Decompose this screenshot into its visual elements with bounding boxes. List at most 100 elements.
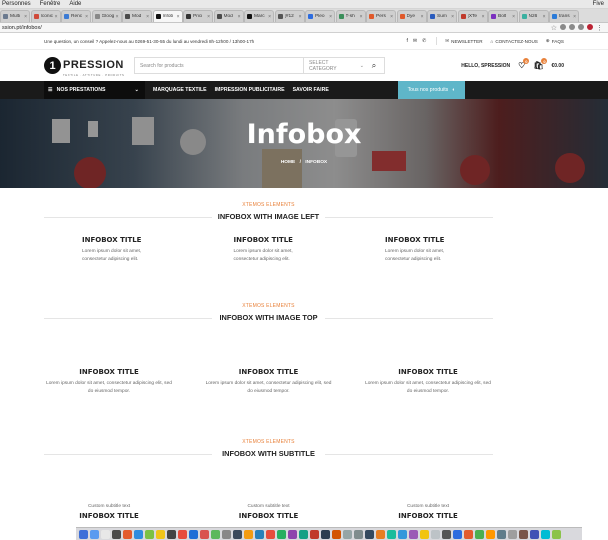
menu-fenetre[interactable]: Fenêtre — [40, 1, 61, 7]
dock-app-icon[interactable] — [288, 529, 297, 539]
dock-app-icon[interactable] — [486, 529, 495, 539]
extension-icon[interactable] — [578, 23, 584, 30]
dock-app-icon[interactable] — [387, 529, 396, 539]
cart-button[interactable]: 🛍 0 — [533, 58, 548, 70]
search-button[interactable]: ⌕ — [364, 58, 384, 73]
all-products-button[interactable]: Tous nos produits ◐ — [398, 81, 465, 99]
dock-app-icon[interactable] — [343, 529, 352, 539]
search-input[interactable]: Search for products — [135, 63, 303, 69]
bookmark-star-icon[interactable]: ☆ — [551, 24, 557, 32]
dock-app-icon[interactable] — [420, 529, 429, 539]
dock-app-icon[interactable] — [552, 529, 561, 539]
dock-app-icon[interactable] — [211, 529, 220, 539]
close-icon[interactable]: × — [360, 14, 363, 20]
close-icon[interactable]: × — [24, 14, 27, 20]
close-icon[interactable]: × — [329, 14, 332, 20]
close-icon[interactable]: × — [116, 14, 119, 20]
close-icon[interactable]: × — [177, 14, 180, 20]
faqs-link[interactable]: ⊕ FAQS — [546, 38, 564, 44]
close-icon[interactable]: × — [543, 14, 546, 20]
dock-app-icon[interactable] — [90, 529, 99, 539]
browser-tab[interactable]: Prici × — [183, 10, 213, 22]
browser-tab[interactable]: T-sh × — [335, 10, 366, 22]
dock-app-icon[interactable] — [453, 529, 462, 539]
dock-app-icon[interactable] — [233, 529, 242, 539]
dock-app-icon[interactable] — [299, 529, 308, 539]
facebook-icon[interactable]: f — [406, 38, 407, 44]
browser-tab[interactable]: N26 × — [518, 10, 549, 22]
dock-app-icon[interactable] — [442, 529, 451, 539]
close-icon[interactable]: × — [238, 14, 241, 20]
whatsapp-icon[interactable]: ✆ — [422, 38, 426, 44]
dock-app-icon[interactable] — [321, 529, 330, 539]
dock-app-icon[interactable] — [156, 529, 165, 539]
nav-item-savoir-faire[interactable]: SAVOIR FAIRE — [293, 87, 329, 93]
dock-app-icon[interactable] — [530, 529, 539, 539]
browser-tab[interactable]: Multi × — [0, 10, 30, 22]
nav-item-marquage-textile[interactable]: MARQUAGE TEXTILE — [153, 87, 207, 93]
menu-personnes[interactable]: Personnes — [2, 1, 31, 7]
dock-app-icon[interactable] — [365, 529, 374, 539]
extension-icon[interactable] — [587, 23, 593, 30]
wishlist-button[interactable]: ♡ 0 — [518, 58, 530, 70]
menu-aide[interactable]: Aide — [69, 1, 81, 7]
category-select[interactable]: SELECT CATEGORY ⌄ — [303, 58, 364, 73]
browser-tab[interactable]: [XTe × — [457, 10, 488, 22]
browser-tab[interactable]: trans × — [549, 10, 579, 22]
dock-app-icon[interactable] — [475, 529, 484, 539]
dock-app-icon[interactable] — [508, 529, 517, 539]
breadcrumb-home[interactable]: HOME — [281, 160, 295, 165]
close-icon[interactable]: × — [85, 14, 88, 20]
newsletter-link[interactable]: ✉ NEWSLETTER — [445, 38, 482, 44]
dock-app-icon[interactable] — [277, 529, 286, 539]
dock-app-icon[interactable] — [145, 529, 154, 539]
browser-tab[interactable]: Mod × — [213, 10, 244, 22]
browser-tab[interactable]: Gloog × — [91, 10, 122, 22]
close-icon[interactable]: × — [573, 14, 576, 20]
browser-tab[interactable]: Sum × — [427, 10, 457, 22]
menu-dots-icon[interactable]: ⋮ — [596, 24, 603, 32]
close-icon[interactable]: × — [146, 14, 149, 20]
dock-app-icon[interactable] — [464, 529, 473, 539]
close-icon[interactable]: × — [421, 14, 424, 20]
dock-app-icon[interactable] — [123, 529, 132, 539]
extension-icon[interactable] — [560, 23, 566, 30]
dock-app-icon[interactable] — [101, 529, 110, 539]
browser-tab[interactable]: Bolt × — [488, 10, 518, 22]
browser-tab[interactable]: Marc × — [244, 10, 274, 22]
prestations-menu-button[interactable]: ☰ NOS PRESTATIONS ⌄ — [44, 81, 145, 99]
dock-app-icon[interactable] — [222, 529, 231, 539]
address-bar[interactable]: ssion.pt/infobox/ ☆ ⋮ — [0, 23, 608, 33]
dock-app-icon[interactable] — [541, 529, 550, 539]
account-link[interactable]: HELLO, SPRESSION — [461, 63, 510, 69]
browser-tab[interactable]: Renc × — [61, 10, 91, 22]
nav-item-impression-publicitaire[interactable]: IMPRESSION PUBLICITAIRE — [215, 87, 285, 93]
close-icon[interactable]: × — [268, 14, 271, 20]
browser-tab[interactable]: Iconic × — [30, 10, 61, 22]
email-icon[interactable]: ✉ — [413, 38, 417, 44]
close-icon[interactable]: × — [390, 14, 393, 20]
dock-app-icon[interactable] — [266, 529, 275, 539]
dock-app-icon[interactable] — [167, 529, 176, 539]
dock-app-icon[interactable] — [244, 529, 253, 539]
close-icon[interactable]: × — [512, 14, 515, 20]
close-icon[interactable]: × — [451, 14, 454, 20]
close-icon[interactable]: × — [299, 14, 302, 20]
cart-total[interactable]: €0.00 — [551, 63, 564, 69]
dock-app-icon[interactable] — [189, 529, 198, 539]
close-icon[interactable]: × — [207, 14, 210, 20]
dock-app-icon[interactable] — [497, 529, 506, 539]
dock-app-icon[interactable] — [376, 529, 385, 539]
browser-tab[interactable]: Pleo × — [305, 10, 335, 22]
browser-tab[interactable]: Infob × — [152, 10, 183, 22]
dock-app-icon[interactable] — [79, 529, 88, 539]
browser-tab[interactable]: [#12 × — [274, 10, 305, 22]
dock-app-icon[interactable] — [519, 529, 528, 539]
browser-tab[interactable]: Mod × — [122, 10, 152, 22]
contact-link[interactable]: ⌂ CONTACTEZ-NOUS — [491, 39, 538, 44]
dock-app-icon[interactable] — [255, 529, 264, 539]
dock-app-icon[interactable] — [112, 529, 121, 539]
close-icon[interactable]: × — [55, 14, 58, 20]
dock-app-icon[interactable] — [200, 529, 209, 539]
browser-tab[interactable]: Dye × — [396, 10, 427, 22]
